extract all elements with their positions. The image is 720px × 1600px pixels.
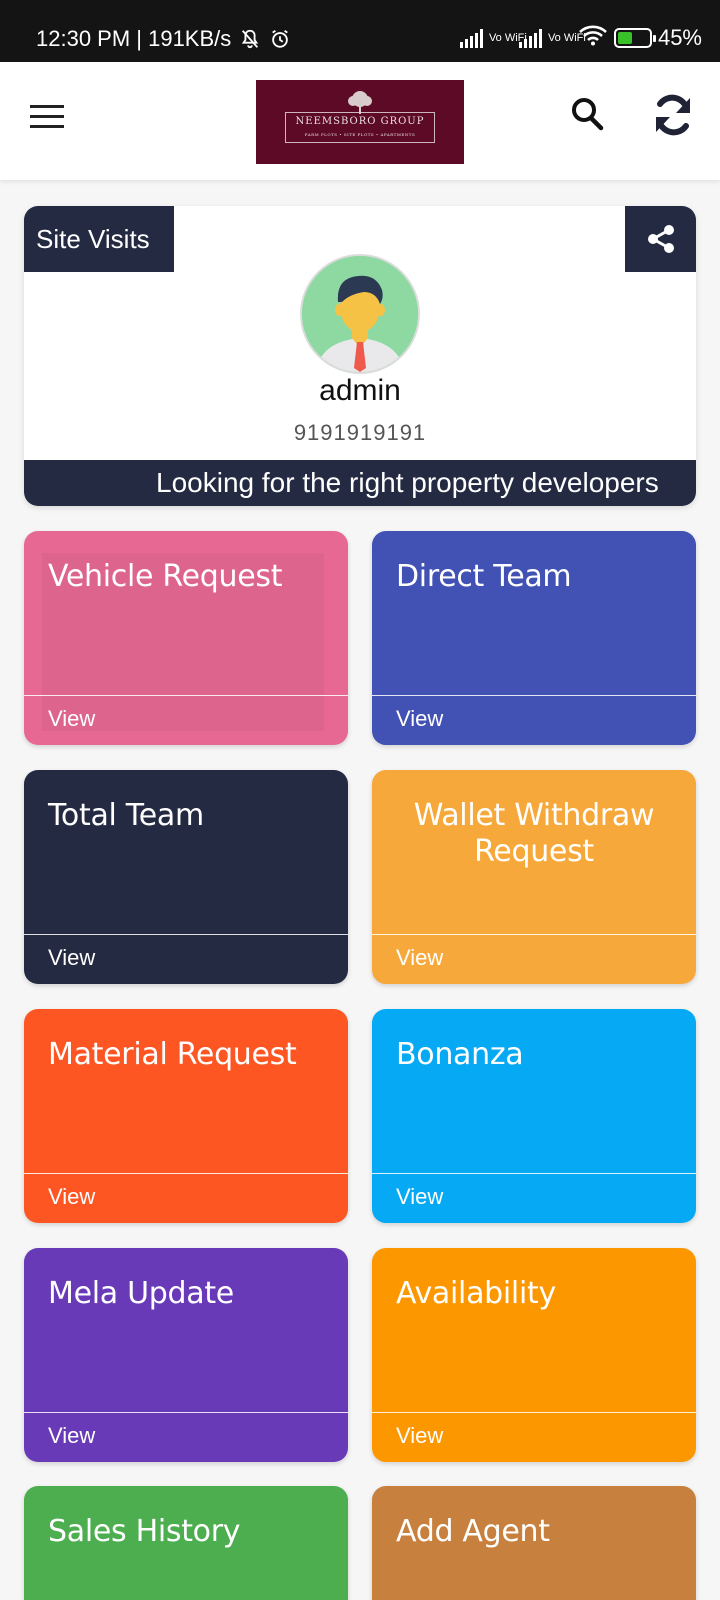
- tile-title: Sales History: [48, 1514, 241, 1549]
- tile-divider: [372, 1412, 696, 1413]
- tile-title: Wallet Withdraw Request: [413, 798, 655, 869]
- tile-view-link[interactable]: View: [396, 1424, 443, 1448]
- share-button[interactable]: [625, 206, 696, 272]
- notifications-off-icon: [239, 28, 261, 50]
- tile-divider: [372, 934, 696, 935]
- app-bar: NEEMSBORO GROUP FARM PLOTS • SITE PLOTS …: [0, 62, 720, 180]
- user-avatar-icon: [302, 256, 418, 372]
- tile-view-link[interactable]: View: [48, 1424, 95, 1448]
- tile-view-link[interactable]: View: [48, 1185, 95, 1209]
- tile-divider: [372, 1173, 696, 1174]
- tile-divider: [24, 1412, 348, 1413]
- search-button[interactable]: [568, 92, 608, 136]
- menu-icon: [30, 124, 64, 128]
- tile-view-link[interactable]: View: [396, 707, 443, 731]
- profile-card: Site Visits admin 9191919191 Looking for…: [24, 206, 696, 506]
- tile-vehicle-request[interactable]: Vehicle Request View: [24, 531, 348, 745]
- status-indicators: Vo WiFi Vo WiFi 45%: [459, 24, 702, 52]
- tile-sales-history[interactable]: Sales History: [24, 1486, 348, 1600]
- tile-view-link[interactable]: View: [48, 946, 95, 970]
- tile-add-agent[interactable]: Add Agent: [372, 1486, 696, 1600]
- signal-icon: [518, 28, 542, 48]
- tile-title: Availability: [396, 1276, 556, 1311]
- share-icon: [647, 225, 674, 253]
- tile-view-link[interactable]: View: [396, 946, 443, 970]
- tile-divider: [24, 695, 348, 696]
- tile-view-link[interactable]: View: [396, 1185, 443, 1209]
- tile-wallet-withdraw-request[interactable]: Wallet Withdraw Request View: [372, 770, 696, 984]
- tile-title: Total Team: [48, 798, 204, 833]
- logo-tagline: FARM PLOTS • SITE PLOTS • APARTMENTS: [304, 131, 416, 137]
- tile-mela-update[interactable]: Mela Update View: [24, 1248, 348, 1462]
- tree-icon: [348, 91, 372, 114]
- tile-title: Mela Update: [48, 1276, 234, 1311]
- tile-material-request[interactable]: Material Request View: [24, 1009, 348, 1223]
- tile-direct-team[interactable]: Direct Team View: [372, 531, 696, 745]
- announcement-marquee: Looking for the right property developer…: [24, 460, 696, 506]
- alarm-icon: [269, 28, 291, 50]
- wifi-icon: [578, 24, 608, 52]
- tile-total-team[interactable]: Total Team View: [24, 770, 348, 984]
- site-visits-button[interactable]: Site Visits: [24, 206, 174, 272]
- refresh-button[interactable]: [650, 92, 696, 138]
- menu-icon: [30, 114, 64, 118]
- marquee-text: Looking for the right property developer…: [156, 467, 659, 498]
- tile-bonanza[interactable]: Bonanza View: [372, 1009, 696, 1223]
- tile-title: Bonanza: [396, 1037, 524, 1072]
- logo-title: NEEMSBORO GROUP: [295, 115, 425, 127]
- tile-title: Direct Team: [396, 559, 572, 594]
- logo-frame: NEEMSBORO GROUP FARM PLOTS • SITE PLOTS …: [284, 111, 436, 143]
- signal-icon: [459, 28, 483, 48]
- brand-logo: NEEMSBORO GROUP FARM PLOTS • SITE PLOTS …: [256, 80, 464, 164]
- user-phone: 9191919191: [293, 420, 427, 445]
- user-name: admin: [319, 374, 401, 407]
- search-icon: [572, 98, 604, 131]
- tile-divider: [24, 934, 348, 935]
- tile-view-link[interactable]: View: [48, 707, 95, 731]
- avatar: [300, 254, 420, 374]
- vowifi-label: Vo WiFi: [547, 31, 586, 44]
- tile-divider: [372, 695, 696, 696]
- battery-percent: 45%: [657, 25, 702, 50]
- tile-title: Vehicle Request: [48, 559, 283, 594]
- status-time: 12:30 PM | 191KB/s: [36, 26, 232, 51]
- status-time-area: 12:30 PM | 191KB/s: [36, 26, 291, 52]
- menu-button[interactable]: [30, 94, 74, 138]
- battery-icon: [613, 28, 656, 48]
- refresh-icon: [656, 94, 690, 136]
- tile-availability[interactable]: Availability View: [372, 1248, 696, 1462]
- vowifi-label: Vo WiFi: [488, 31, 527, 44]
- tile-title: Material Request: [48, 1037, 297, 1072]
- tile-divider: [24, 1173, 348, 1174]
- status-bar: 12:30 PM | 191KB/s Vo WiFi Vo WiFi 45%: [0, 0, 720, 62]
- menu-icon: [30, 104, 64, 108]
- tile-title: Add Agent: [396, 1514, 550, 1549]
